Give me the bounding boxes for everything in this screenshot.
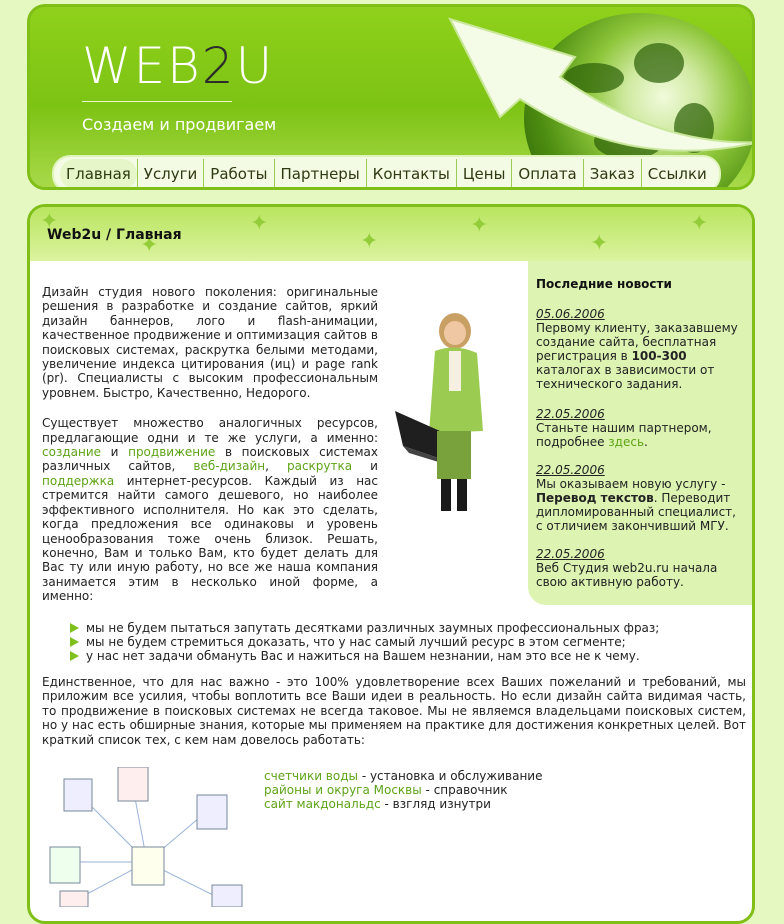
list-item: мы не будем стремиться доказать, что у н…	[68, 635, 659, 649]
link-support[interactable]: поддержка	[42, 474, 114, 488]
leaf-icon: ✦	[590, 231, 609, 256]
arrow-graphic	[448, 17, 752, 152]
site-slogan: Создаем и продвигаем	[82, 115, 277, 134]
leaf-icon: ✦	[250, 211, 269, 236]
client-link[interactable]: районы и округа Москвы	[264, 783, 422, 797]
client-link[interactable]: сайт макдональдс	[264, 797, 381, 811]
news-item: 05.06.2006 Первому клиенту, заказавшему …	[536, 307, 744, 391]
intro-paragraph: Дизайн студия нового поколения: оригинал…	[42, 285, 378, 400]
client-item: счетчики воды - установка и обслуживание	[264, 769, 543, 783]
news-sidebar: Последние новости 05.06.2006 Первому кли…	[528, 261, 752, 605]
news-item: 22.05.2006 Веб Студия web2u.ru начала св…	[536, 547, 744, 589]
client-link[interactable]: счетчики воды	[264, 769, 358, 783]
link-creation[interactable]: создание	[42, 445, 101, 459]
logo-underline	[82, 101, 232, 102]
news-item: 22.05.2006 Мы оказываем новую услугу - П…	[536, 463, 744, 533]
link-promotion[interactable]: продвижение	[128, 445, 215, 459]
news-title: Последние новости	[536, 277, 672, 291]
news-item: 22.05.2006 Станьте нашим партнером, подр…	[536, 407, 744, 449]
news-date[interactable]: 05.06.2006	[536, 307, 744, 321]
leaf-icon: ✦	[470, 213, 489, 238]
client-item: сайт макдональдс - взгляд изнутри	[264, 797, 491, 811]
list-item: у нас нет задачи обмануть Вас и нажиться…	[68, 649, 659, 663]
news-date[interactable]: 22.05.2006	[536, 463, 744, 477]
nav-item-links[interactable]: Ссылки	[640, 159, 713, 187]
nav-item-partners[interactable]: Партнеры	[273, 159, 366, 187]
nav-item-prices[interactable]: Цены	[455, 159, 512, 187]
services-paragraph: Существует множество аналогичных ресурсо…	[42, 416, 378, 604]
news-date[interactable]: 22.05.2006	[536, 407, 744, 421]
nav-item-payment[interactable]: Оплата	[511, 159, 582, 187]
leaf-icon: ✦	[690, 211, 709, 236]
nav-item-contacts[interactable]: Контакты	[365, 159, 456, 187]
site-header: WEB2U Создаем и продвигаем Главная Услуг…	[27, 4, 755, 190]
news-date[interactable]: 22.05.2006	[536, 547, 744, 561]
nav-item-services[interactable]: Услуги	[136, 159, 203, 187]
bottom-paragraph: Единственное, что для нас важно - это 10…	[42, 675, 746, 747]
list-item: мы не будем пытаться запутать десятками …	[68, 621, 659, 635]
woman-with-laptop-image	[395, 313, 483, 511]
leaf-icon: ✦	[360, 229, 379, 254]
nav-item-works[interactable]: Работы	[203, 159, 273, 187]
link-web-design[interactable]: веб-дизайн	[193, 459, 265, 473]
intro-text: Дизайн студия нового поколения: оригинал…	[42, 285, 378, 620]
clients-list: счетчики воды - установка и обслуживание…	[264, 769, 542, 811]
nav-item-order[interactable]: Заказ	[582, 159, 641, 187]
sites-network-diagram	[49, 767, 243, 907]
news-link-here[interactable]: здесь	[608, 435, 644, 449]
site-logo[interactable]: WEB2U	[82, 41, 274, 91]
link-raskrutka[interactable]: раскрутка	[287, 459, 352, 473]
content-panel: ✦ ✦ ✦ ✦ ✦ ✦ ✦ Web2u / Главная Дизайн сту…	[27, 204, 755, 924]
client-item: районы и округа Москвы - справочник	[264, 783, 508, 797]
nav-item-home[interactable]: Главная	[60, 159, 137, 187]
main-nav: Главная Услуги Работы Партнеры Контакты …	[52, 155, 721, 187]
advantages-list: мы не будем пытаться запутать десятками …	[68, 621, 659, 663]
breadcrumb: Web2u / Главная	[47, 227, 182, 243]
